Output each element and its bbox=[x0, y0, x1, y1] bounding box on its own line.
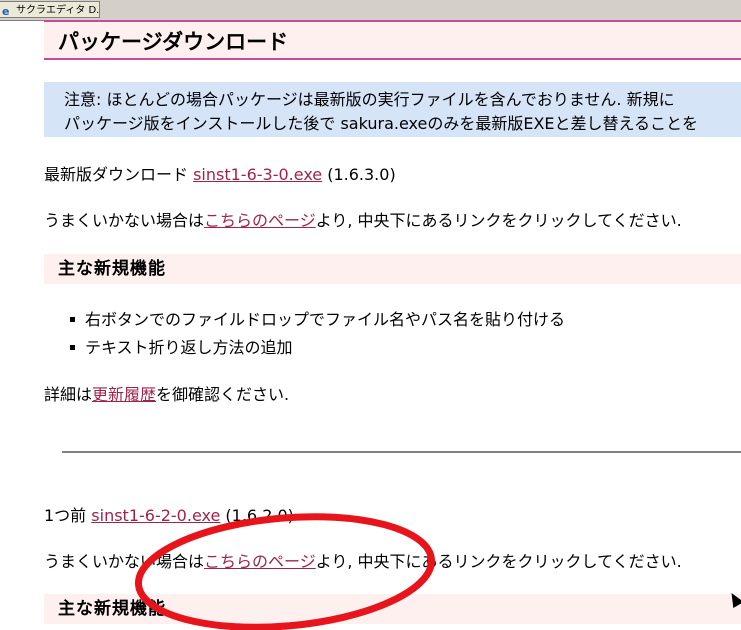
features-heading-2: 主な新規機能 bbox=[44, 594, 741, 624]
help-page-link-2[interactable]: こちらのページ bbox=[204, 552, 316, 571]
page-title: パッケージダウンロード bbox=[44, 20, 741, 60]
details-suffix: を御確認ください. bbox=[156, 385, 290, 404]
help-text-1: うまくいかない場合はこちらのページより, 中央下にあるリンクをクリックしてくださ… bbox=[44, 207, 682, 231]
previous-prefix: 1つ前 bbox=[44, 506, 92, 525]
help2-prefix: うまくいかない場合は bbox=[44, 552, 205, 571]
notice-line-2: パッケージ版をインストールした後で sakura.exeのみを最新版EXEと差し… bbox=[64, 114, 699, 133]
help-text-2: うまくいかない場合はこちらのページより, 中央下にあるリンクをクリックしてくださ… bbox=[44, 548, 682, 572]
notice-line-1: 注意: ほとんどの場合パッケージは最新版の実行ファイルを含んでおりません. 新規… bbox=[64, 90, 675, 109]
changelog-link[interactable]: 更新履歴 bbox=[92, 385, 156, 404]
latest-prefix: 最新版ダウンロード bbox=[44, 165, 194, 184]
latest-download-link[interactable]: sinst1-6-3-0.exe bbox=[193, 165, 322, 184]
internet-explorer-icon: e bbox=[2, 5, 10, 18]
details-prefix: 詳細は bbox=[44, 385, 93, 404]
web-content: パッケージダウンロード 注意: ほとんどの場合パッケージは最新版の実行ファイルを… bbox=[0, 20, 741, 630]
help-page-link-1[interactable]: こちらのページ bbox=[204, 211, 316, 230]
taskbar-window-button[interactable]: e サクラエディタ D... bbox=[0, 1, 100, 18]
help2-suffix: より, 中央下にあるリンクをクリックしてください. bbox=[315, 552, 682, 571]
help1-suffix: より, 中央下にあるリンクをクリックしてください. bbox=[315, 211, 682, 230]
bullet-icon bbox=[70, 317, 75, 322]
features-list: 右ボタンでのファイルドロップでファイル名やパス名を貼り付ける テキスト折り返し方… bbox=[70, 306, 565, 362]
divider bbox=[62, 451, 741, 453]
latest-version: (1.6.3.0) bbox=[322, 165, 396, 184]
help1-prefix: うまくいかない場合は bbox=[44, 211, 205, 230]
previous-version: (1.6.2.0) bbox=[220, 506, 294, 525]
list-item: テキスト折り返し方法の追加 bbox=[70, 334, 565, 362]
taskbar: e サクラエディタ D... bbox=[0, 0, 741, 21]
list-item: 右ボタンでのファイルドロップでファイル名やパス名を貼り付ける bbox=[70, 306, 565, 334]
notice-box: 注意: ほとんどの場合パッケージは最新版の実行ファイルを含んでおりません. 新規… bbox=[44, 82, 741, 137]
details-text: 詳細は更新履歴を御確認ください. bbox=[44, 381, 289, 405]
previous-download-link[interactable]: sinst1-6-2-0.exe bbox=[91, 506, 220, 525]
features-heading: 主な新規機能 bbox=[44, 254, 741, 284]
taskbar-window-title: サクラエディタ D... bbox=[16, 5, 100, 16]
bullet-icon bbox=[70, 345, 75, 350]
latest-download: 最新版ダウンロード sinst1-6-3-0.exe (1.6.3.0) bbox=[44, 161, 396, 185]
previous-download: 1つ前 sinst1-6-2-0.exe (1.6.2.0) bbox=[44, 502, 294, 526]
